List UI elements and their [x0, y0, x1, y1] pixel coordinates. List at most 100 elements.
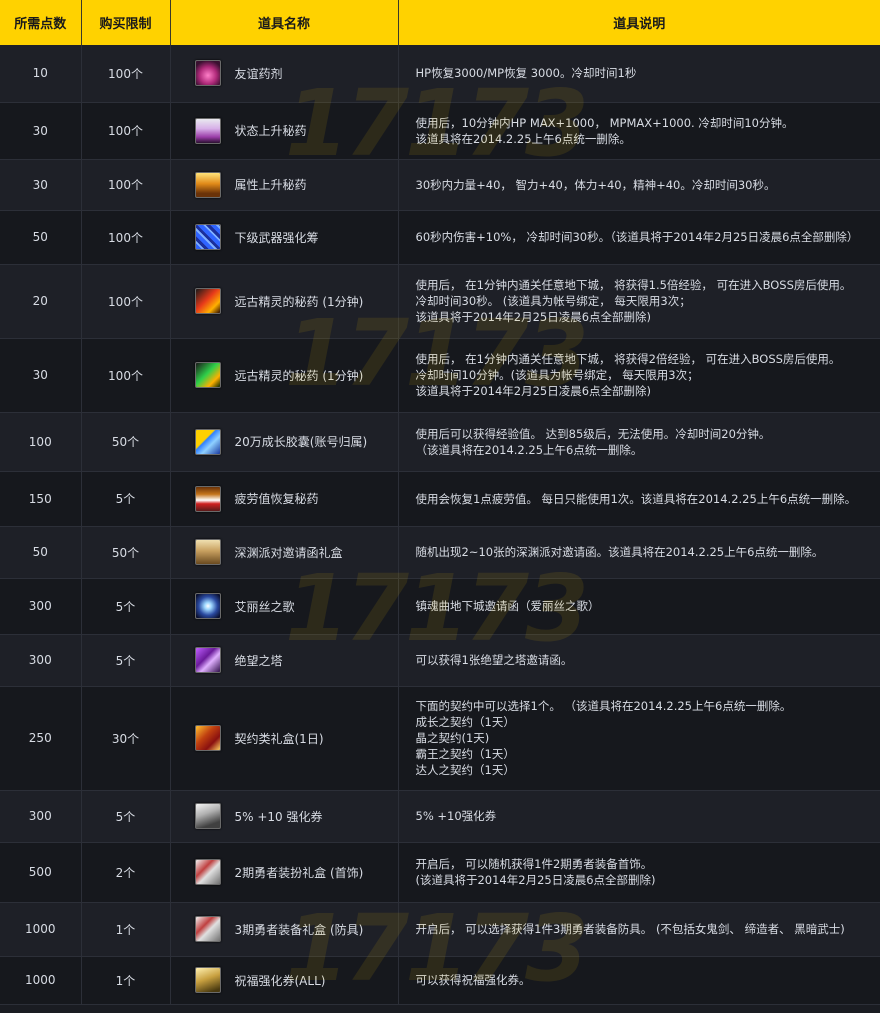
item-entry: 20万成长胶囊(账号归属) [194, 428, 398, 455]
points-cell: 10 [0, 45, 82, 103]
header-limit: 购买限制 [81, 0, 171, 45]
points-cell: 150 [0, 471, 82, 527]
item-desc-cell: 可以获得1张绝望之塔邀请函。 [398, 634, 880, 687]
item-name: 20万成长胶囊(账号归属) [234, 435, 368, 449]
item-name: 3期勇者装备礼盒 (防具) [234, 922, 364, 937]
limit-cell: 100个 [81, 338, 171, 413]
item-entry: 远古精灵的秘药 (1分钟) [194, 288, 398, 314]
light-burst-icon [194, 593, 221, 619]
table-row: 50 100个 下级武器强化筹 60秒内伤害+10%， 冷却时间30秒。（该道具将于2… [0, 210, 880, 265]
table-row: 250 30个 契约类礼盒(1日) 下面的契约中可以选择1个。 （该道具将在2014.… [0, 686, 880, 791]
table-row: 30 100个 属性上升秘药 30秒内力量+40， 智力+40，体力+40，精神+40… [0, 159, 880, 211]
header-name: 道具名称 [170, 0, 399, 45]
item-entry: 祝福强化券(ALL) [194, 967, 398, 993]
points-cell: 30 [0, 159, 82, 211]
limit-cell: 30个 [81, 686, 171, 791]
table-row: 500 2个 2期勇者装扮礼盒 (首饰) 开启后， 可以随机获得1件2期勇者装备首饰。… [0, 842, 880, 903]
item-entry: 3期勇者装备礼盒 (防具) [194, 916, 398, 942]
limit-cell: 100个 [81, 159, 171, 211]
item-name-cell: 祝福强化券(ALL) [170, 956, 399, 1005]
desc-line: 可以获得1张绝望之塔邀请函。 [415, 653, 573, 667]
item-desc-cell: 开启后， 可以随机获得1件2期勇者装备首饰。 (该道具将于2014年2月25日凌晨… [398, 842, 880, 903]
desc-line: 随机出现2~10张的深渊派对邀请函。该道具将在2014.2.25上午6点统一删除… [415, 545, 824, 559]
table-row: 30 100个 远古精灵的秘药 (1分钟) 使用后， 在1分钟内通关任意地下城， 将获… [0, 338, 880, 413]
item-name: 友谊药剂 [234, 66, 283, 81]
table-row: 300 5个 绝望之塔 可以获得1张绝望之塔邀请函。 [0, 634, 880, 687]
item-entry: 2期勇者装扮礼盒 (首饰) [194, 859, 398, 885]
limit-cell: 100个 [81, 45, 171, 103]
limit-cell: 50个 [81, 412, 171, 472]
limit-cell: 5个 [81, 634, 171, 687]
capsule-icon [194, 428, 221, 455]
desc-line: 使用后，10分钟内HP MAX+1000， MPMAX+1000. 冷却时间10… [415, 115, 794, 130]
table-row: 50 50个 深渊派对邀请函礼盒 随机出现2~10张的深渊派对邀请函。该道具将在201… [0, 526, 880, 579]
item-desc-cell: 镇魂曲地下城邀请函（爱丽丝之歌） [398, 578, 880, 635]
desc-line: 冷却时间10分钟。(该道具为帐号绑定， 每天限用3次； [415, 368, 699, 382]
blessing-ticket-icon [194, 967, 221, 993]
desc-line: 该道具将在2014.2.25上午6点统一删除。 [415, 131, 631, 146]
item-name: 下级武器强化筹 [234, 230, 319, 245]
table-row: 10 100个 友谊药剂 HP恢复3000/MP恢复 3000。冷却时间1秒 [0, 45, 880, 103]
points-cell: 1000 [0, 902, 82, 957]
hero-box-icon [194, 916, 221, 942]
header-points: 所需点数 [0, 0, 82, 45]
item-desc-cell: 可以获得祝福强化券。 [398, 956, 880, 1005]
table-row: 1000 1个 3期勇者装备礼盒 (防具) 开启后， 可以选择获得1件3期勇者装备防具… [0, 902, 880, 957]
item-shop-table: 所需点数 购买限制 道具名称 道具说明 10 100个 友谊药剂 HP恢复3000/M… [0, 0, 880, 1005]
table-row: 300 5个 艾丽丝之歌 镇魂曲地下城邀请函（爱丽丝之歌） [0, 578, 880, 635]
item-desc-cell: 使用后可以获得经验值。 达到85级后，无法使用。冷却时间20分钟。 （该道具将在2… [398, 412, 880, 472]
item-name: 契约类礼盒(1日) [234, 731, 324, 746]
item-name: 深渊派对邀请函礼盒 [234, 545, 343, 560]
desc-line: 可以获得祝福强化券。 [415, 973, 531, 987]
item-entry: 疲劳值恢复秘药 [194, 485, 398, 512]
limit-cell: 5个 [81, 471, 171, 527]
item-name-cell: 艾丽丝之歌 [170, 578, 399, 635]
item-desc-cell: 下面的契约中可以选择1个。 （该道具将在2014.2.25上午6点统一删除。 成长… [398, 686, 880, 791]
table-row: 1000 1个 祝福强化券(ALL) 可以获得祝福强化券。 [0, 956, 880, 1005]
enhance-ticket-icon [194, 803, 221, 829]
desc-line: 使用会恢复1点疲劳值。 每日只能使用1次。该道具将在2014.2.25上午6点统… [415, 491, 857, 506]
desc-line: （该道具将在2014.2.25上午6点统一删除。 [415, 442, 643, 457]
item-name-cell: 属性上升秘药 [170, 159, 399, 211]
desc-line: 开启后， 可以选择获得1件3期勇者装备防具。 (不包括女鬼剑、 缔造者、 黑暗武… [415, 922, 845, 936]
limit-cell: 100个 [81, 210, 171, 265]
desc-line: 该道具将于2014年2月25日凌晨6点全部删除) [415, 310, 652, 324]
points-cell: 250 [0, 686, 82, 791]
item-desc-cell: 开启后， 可以选择获得1件3期勇者装备防具。 (不包括女鬼剑、 缔造者、 黑暗武… [398, 902, 880, 957]
desc-line: 该道具将于2014年2月25日凌晨6点全部删除) [415, 384, 652, 398]
table-row: 20 100个 远古精灵的秘药 (1分钟) 使用后， 在1分钟内通关任意地下城， 将获… [0, 264, 880, 339]
limit-cell: 100个 [81, 264, 171, 339]
item-desc-cell: 30秒内力量+40， 智力+40，体力+40，精神+40。冷却时间30秒。 [398, 159, 880, 211]
gift-chest-icon [194, 539, 221, 565]
limit-cell: 2个 [81, 842, 171, 903]
points-cell: 50 [0, 210, 82, 265]
limit-cell: 1个 [81, 902, 171, 957]
desc-line: HP恢复3000/MP恢复 3000。冷却时间1秒 [415, 66, 637, 81]
item-entry: 绝望之塔 [194, 647, 398, 673]
table-row: 300 5个 5% +10 强化券 5% +10强化券 [0, 790, 880, 843]
item-name: 绝望之塔 [234, 653, 283, 668]
blue-talisman-icon [194, 224, 221, 250]
desc-line: 晶之契约(1天) [415, 731, 490, 745]
points-cell: 300 [0, 790, 82, 843]
item-name-cell: 疲劳值恢复秘药 [170, 471, 399, 527]
item-entry: 契约类礼盒(1日) [194, 725, 398, 751]
desc-line: 镇魂曲地下城邀请函（爱丽丝之歌） [415, 599, 600, 613]
desc-line: 达人之契约（1天） [415, 763, 515, 777]
pink-potion-icon [194, 60, 221, 87]
item-name-cell: 2期勇者装扮礼盒 (首饰) [170, 842, 399, 903]
item-entry: 下级武器强化筹 [194, 224, 398, 250]
table-header-row: 所需点数 购买限制 道具名称 道具说明 [0, 0, 880, 45]
item-entry: 深渊派对邀请函礼盒 [194, 539, 398, 565]
exp-potion-red-icon [194, 288, 221, 314]
item-desc-cell: 使用会恢复1点疲劳值。 每日只能使用1次。该道具将在2014.2.25上午6点统… [398, 471, 880, 527]
item-desc-cell: 使用后，10分钟内HP MAX+1000， MPMAX+1000. 冷却时间10… [398, 102, 880, 160]
potion-jar-icon [194, 117, 221, 144]
desc-line: 成长之契约（1天） [415, 715, 515, 729]
item-entry: 5% +10 强化券 [194, 803, 398, 829]
item-name-cell: 5% +10 强化券 [170, 790, 399, 843]
desc-line: 使用后可以获得经验值。 达到85级后，无法使用。冷却时间20分钟。 [415, 426, 771, 441]
item-name-cell: 3期勇者装备礼盒 (防具) [170, 902, 399, 957]
points-cell: 30 [0, 102, 82, 160]
item-name-cell: 绝望之塔 [170, 634, 399, 687]
